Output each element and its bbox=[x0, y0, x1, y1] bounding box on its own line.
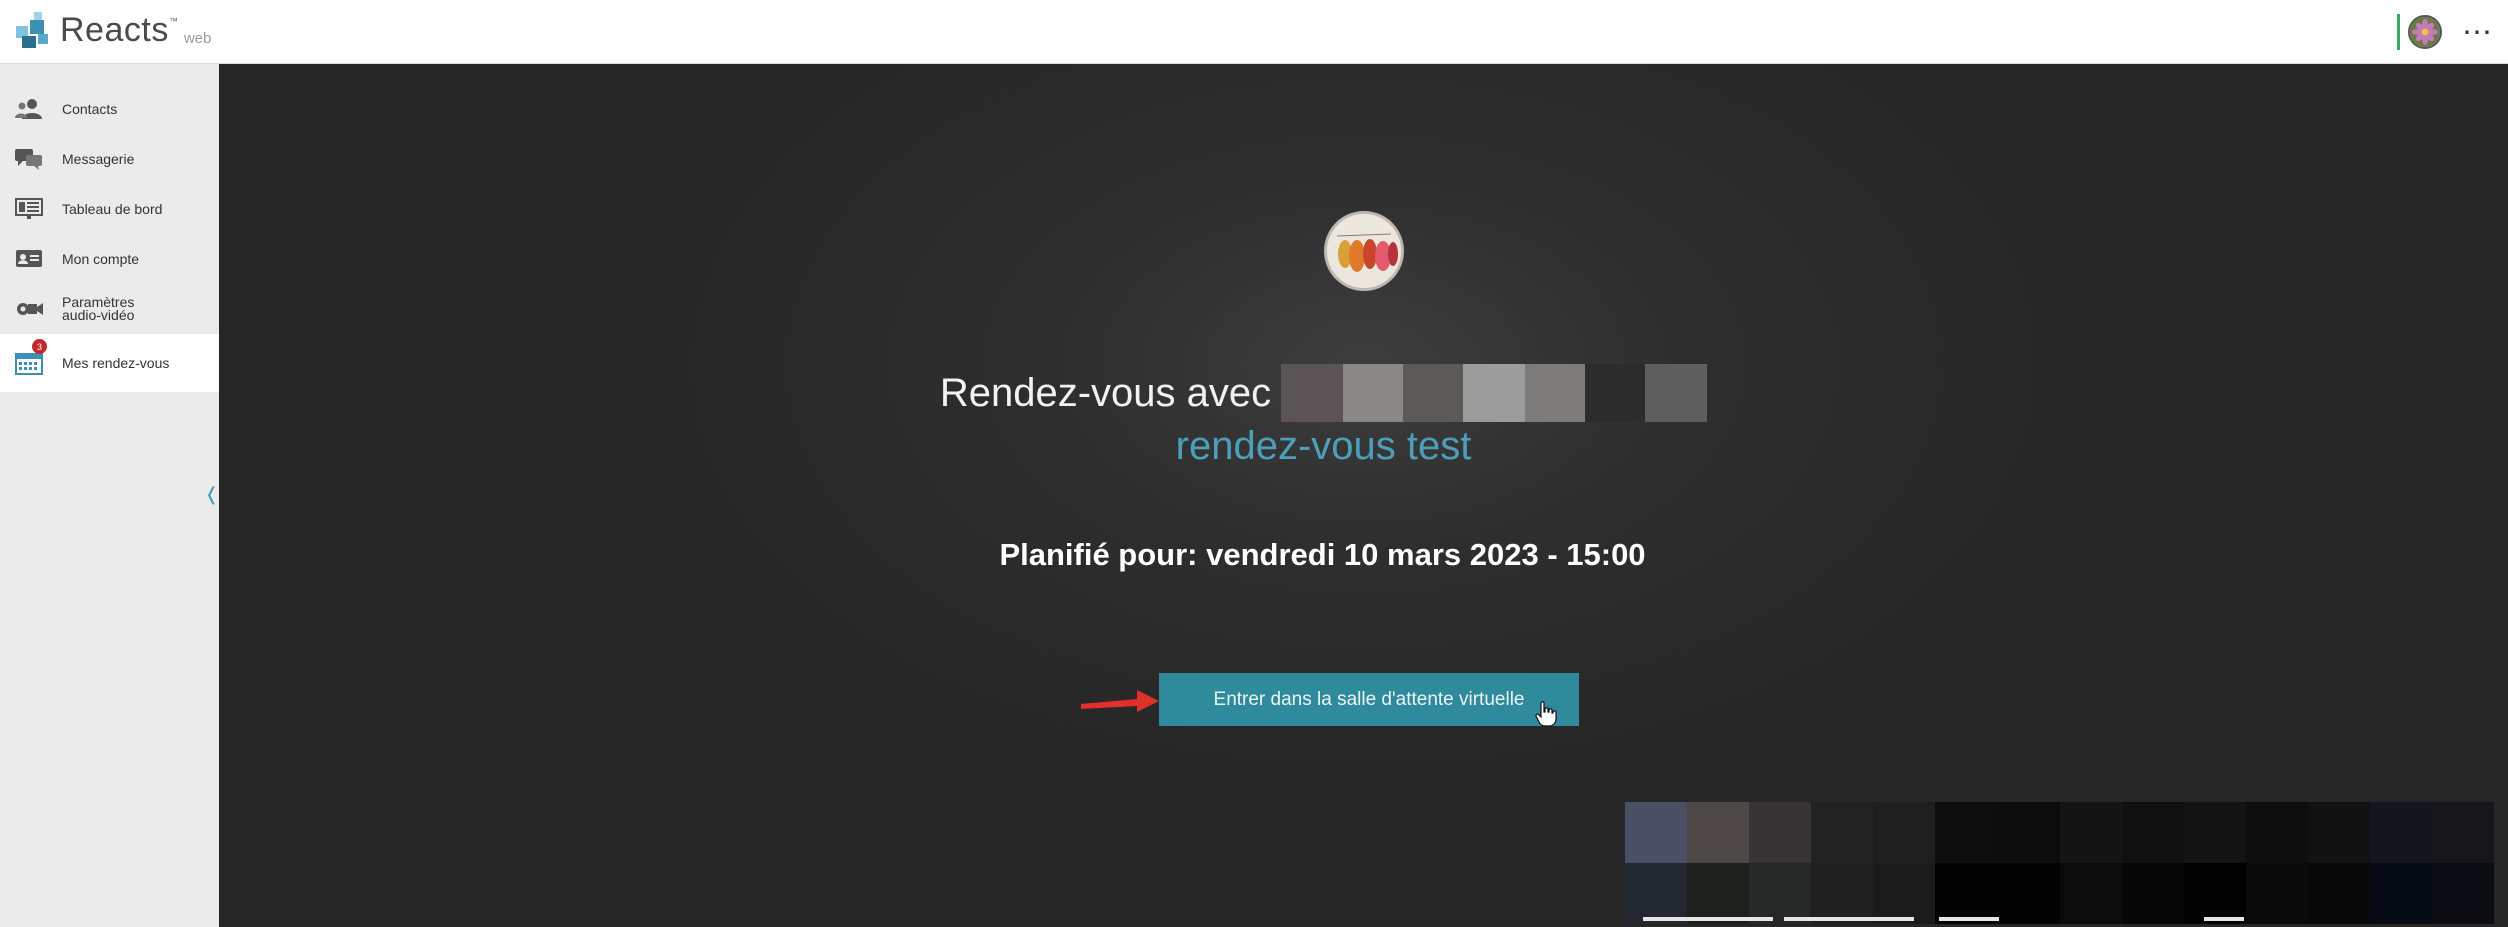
sidebar-item-label: Mon compte bbox=[62, 251, 140, 267]
autumn-leaves-photo-icon bbox=[1327, 214, 1401, 288]
more-options-icon[interactable]: ⋯ bbox=[2448, 0, 2508, 64]
host-avatar bbox=[1324, 211, 1404, 291]
video-preview-underline bbox=[1643, 917, 1773, 921]
status-divider bbox=[2397, 14, 2400, 50]
flower-avatar-icon bbox=[2410, 17, 2440, 47]
sidebar-item-parametres-audio-video[interactable]: Paramètres audio-vidéo bbox=[0, 284, 219, 334]
header-actions: ⋯ bbox=[2397, 0, 2508, 64]
sidebar: Contacts Messagerie Tableau de bord Mon … bbox=[0, 64, 219, 927]
redacted-participant-name bbox=[1281, 364, 1708, 422]
user-avatar[interactable] bbox=[2408, 15, 2442, 49]
sidebar-item-label: Contacts bbox=[62, 101, 118, 117]
appointment-title-prefix: Rendez-vous avec bbox=[939, 370, 1272, 415]
collapse-sidebar-icon[interactable]: ❬ bbox=[204, 484, 219, 505]
video-preview-underline bbox=[1939, 917, 1999, 921]
appointment-title: Rendez-vous avec bbox=[219, 364, 2508, 422]
video-preview-underline bbox=[2204, 917, 2244, 921]
sidebar-item-label: Paramètres audio-vidéo bbox=[62, 294, 135, 323]
sidebar-item-mes-rendez-vous[interactable]: 3 Mes rendez-vous bbox=[0, 334, 219, 392]
calendar-icon bbox=[14, 351, 44, 375]
camera-settings-icon bbox=[14, 297, 44, 321]
brand-subtitle: web bbox=[183, 30, 212, 47]
hand-cursor-icon bbox=[1535, 701, 1557, 727]
id-card-icon bbox=[14, 247, 44, 271]
self-video-preview bbox=[1625, 802, 2494, 924]
sidebar-item-label: Tableau de bord bbox=[62, 201, 163, 217]
sidebar-item-tableau-de-bord[interactable]: Tableau de bord bbox=[0, 184, 219, 234]
reacts-logo-icon bbox=[16, 12, 48, 48]
video-preview-underline bbox=[1784, 917, 1914, 921]
enter-waiting-room-button[interactable]: Entrer dans la salle d'attente virtuelle bbox=[1159, 673, 1579, 726]
appointment-panel: Rendez-vous avec rendez-vous test Planif… bbox=[219, 64, 2508, 927]
scheduled-datetime: Planifié pour: vendredi 10 mars 2023 - 1… bbox=[999, 537, 1646, 572]
sidebar-item-messagerie[interactable]: Messagerie bbox=[0, 134, 219, 184]
top-bar: Reacts ™ web ⋯ bbox=[0, 0, 2508, 64]
sidebar-item-label: Mes rendez-vous bbox=[62, 355, 170, 371]
sidebar-item-contacts[interactable]: Contacts bbox=[0, 84, 219, 134]
dashboard-icon bbox=[14, 197, 44, 221]
brand-logo[interactable]: Reacts ™ web bbox=[14, 10, 211, 50]
contacts-icon bbox=[14, 97, 44, 121]
chat-icon bbox=[14, 147, 44, 171]
appointment-subject: rendez-vous test bbox=[1175, 424, 1472, 468]
brand-name: Reacts bbox=[60, 11, 169, 49]
brand-trademark: ™ bbox=[168, 16, 178, 26]
appointments-count-badge: 3 bbox=[32, 339, 47, 354]
sidebar-item-label: Messagerie bbox=[62, 151, 135, 167]
sidebar-item-mon-compte[interactable]: Mon compte bbox=[0, 234, 219, 284]
red-arrow-annotation-icon bbox=[1081, 690, 1159, 712]
